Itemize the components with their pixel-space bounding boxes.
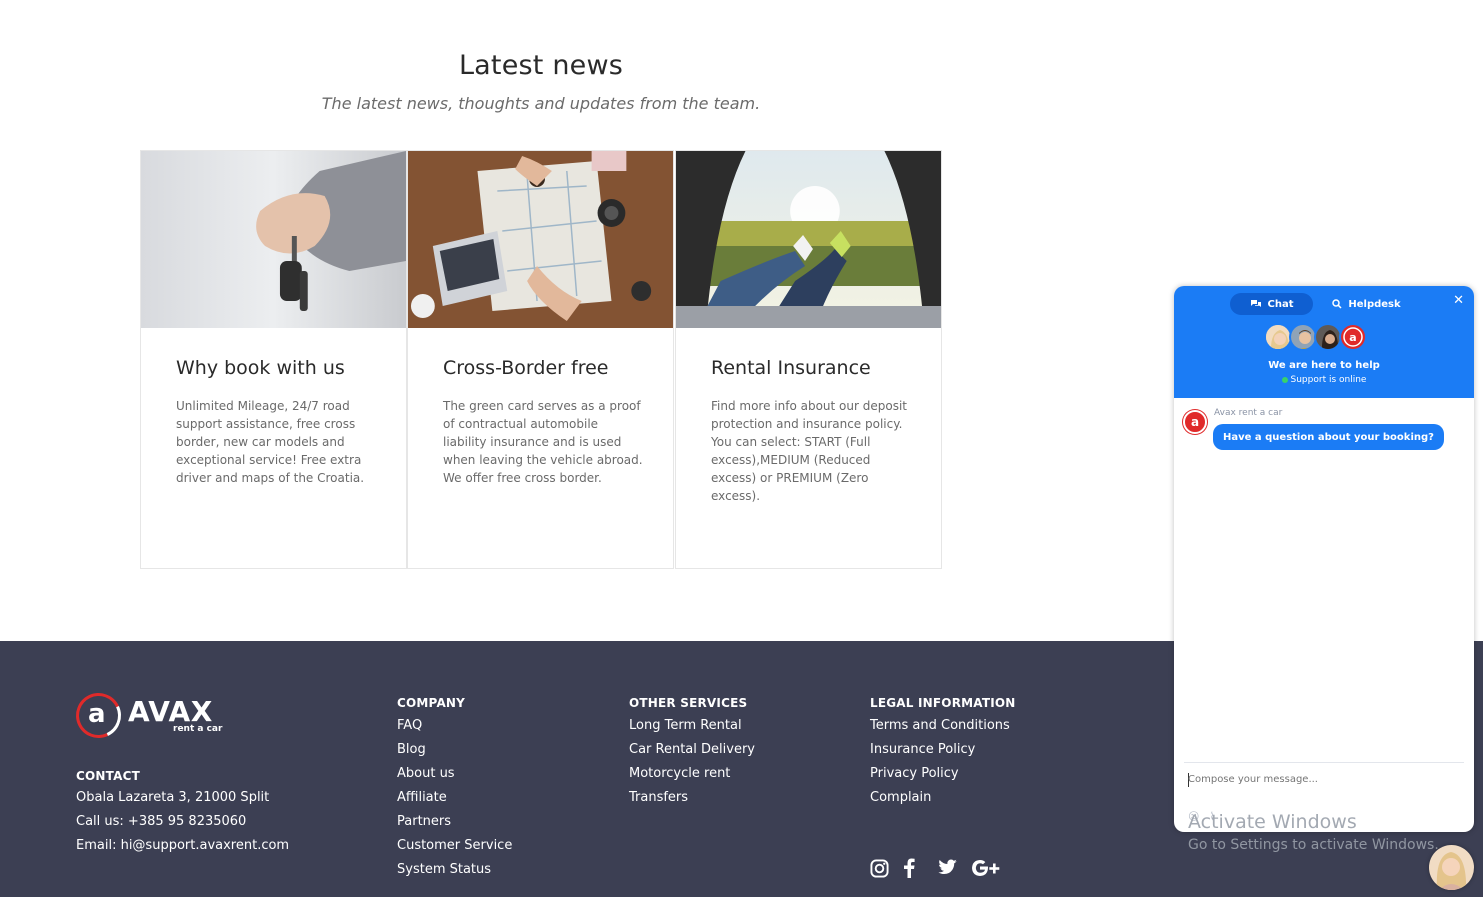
footer-link-about-us[interactable]: About us bbox=[397, 766, 455, 781]
footer-link-transfers[interactable]: Transfers bbox=[629, 790, 688, 805]
footer-link-partners[interactable]: Partners bbox=[397, 814, 451, 829]
footer-link-privacy-policy[interactable]: Privacy Policy bbox=[870, 766, 959, 781]
status-text: Support is online bbox=[1290, 375, 1367, 385]
instagram-icon[interactable] bbox=[870, 858, 889, 878]
svg-text:a: a bbox=[1349, 331, 1356, 344]
message-bubble[interactable]: Have a question about your booking? bbox=[1213, 424, 1444, 450]
agent-avatars: a bbox=[1264, 323, 1367, 351]
contact-address: Obala Lazareta 3, 21000 Split bbox=[76, 790, 270, 805]
news-title: Latest news bbox=[458, 50, 624, 81]
logo-letter: a bbox=[88, 699, 106, 729]
news-card-cross-border[interactable]: Cross-Border free The green card serves … bbox=[407, 150, 674, 569]
live-chat-widget: Chat Helpdesk ✕ a We are here to help Su… bbox=[1174, 286, 1474, 832]
card-title[interactable]: Cross-Border free bbox=[443, 357, 608, 379]
footer-link-affiliate[interactable]: Affiliate bbox=[397, 790, 447, 805]
footer-link-long-term-rental[interactable]: Long Term Rental bbox=[629, 718, 742, 733]
footer-link-car-rental-delivery[interactable]: Car Rental Delivery bbox=[629, 742, 755, 757]
search-icon bbox=[1332, 299, 1342, 309]
footer-link-complain[interactable]: Complain bbox=[870, 790, 931, 805]
chat-bubbles-icon bbox=[1250, 300, 1261, 307]
contact-email[interactable]: Email: hi@support.avaxrent.com bbox=[76, 838, 289, 853]
footer-link-customer-service[interactable]: Customer Service bbox=[397, 838, 512, 853]
services-heading: OTHER SERVICES bbox=[629, 696, 748, 710]
footer-link-blog[interactable]: Blog bbox=[397, 742, 426, 757]
windows-watermark-text: Go to Settings to activate Windows. bbox=[1188, 837, 1439, 853]
news-card-rental-insurance[interactable]: Rental Insurance Find more info about ou… bbox=[675, 150, 942, 569]
logo-tagline: rent a car bbox=[173, 724, 223, 734]
footer-link-faq[interactable]: FAQ bbox=[397, 718, 422, 733]
card-image-travel-map bbox=[408, 151, 673, 328]
avatar bbox=[1289, 323, 1317, 351]
card-title[interactable]: Rental Insurance bbox=[711, 357, 871, 379]
news-subtitle: The latest news, thoughts and updates fr… bbox=[321, 94, 761, 113]
compose-divider bbox=[1184, 762, 1464, 763]
card-image-car-keys bbox=[141, 151, 406, 328]
tab-helpdesk[interactable]: Helpdesk bbox=[1324, 293, 1409, 315]
contact-heading: CONTACT bbox=[76, 769, 140, 783]
avatar bbox=[1264, 323, 1292, 351]
card-text: Find more info about our deposit protect… bbox=[711, 399, 908, 503]
message-author: Avax rent a car bbox=[1214, 408, 1283, 418]
avatar bbox=[1314, 323, 1342, 351]
footer-link-motorcycle-rent[interactable]: Motorcycle rent bbox=[629, 766, 730, 781]
online-dot bbox=[1281, 376, 1288, 383]
news-card-why-book[interactable]: Why book with us Unlimited Mileage, 24/7… bbox=[140, 150, 407, 569]
chat-launcher-avatar[interactable] bbox=[1429, 845, 1474, 890]
card-image-car-trunk-view bbox=[676, 151, 941, 328]
card-text: The green card serves as a proof of cont… bbox=[443, 399, 643, 485]
help-title: We are here to help bbox=[1268, 360, 1380, 371]
twitter-icon[interactable] bbox=[935, 859, 957, 877]
tab-chat[interactable]: Chat bbox=[1230, 293, 1313, 315]
author-avatar: a bbox=[1183, 410, 1207, 434]
close-icon[interactable]: ✕ bbox=[1453, 293, 1464, 308]
google-plus-icon[interactable] bbox=[971, 859, 1001, 877]
compose-input[interactable] bbox=[1188, 774, 1458, 785]
footer-link-system-status[interactable]: System Status bbox=[397, 862, 491, 877]
tab-label: Helpdesk bbox=[1348, 298, 1401, 310]
tab-label: Chat bbox=[1267, 298, 1294, 310]
chat-header: Chat Helpdesk ✕ a We are here to help Su… bbox=[1174, 286, 1474, 398]
avax-logo[interactable]: a AVAX rent a car bbox=[69, 686, 226, 745]
social-links bbox=[870, 857, 1001, 879]
avatar: a bbox=[1339, 323, 1367, 351]
contact-phone[interactable]: Call us: +385 95 8235060 bbox=[76, 814, 246, 829]
legal-heading: LEGAL INFORMATION bbox=[870, 696, 1016, 710]
facebook-icon[interactable] bbox=[903, 858, 915, 878]
company-heading: COMPANY bbox=[397, 696, 466, 710]
footer-link-terms[interactable]: Terms and Conditions bbox=[870, 718, 1010, 733]
card-text: Unlimited Mileage, 24/7 road support ass… bbox=[176, 399, 365, 485]
footer-link-insurance-policy[interactable]: Insurance Policy bbox=[870, 742, 975, 757]
windows-watermark-title: Activate Windows bbox=[1188, 811, 1357, 833]
card-title[interactable]: Why book with us bbox=[176, 357, 345, 379]
support-status: Support is online bbox=[1174, 375, 1474, 385]
